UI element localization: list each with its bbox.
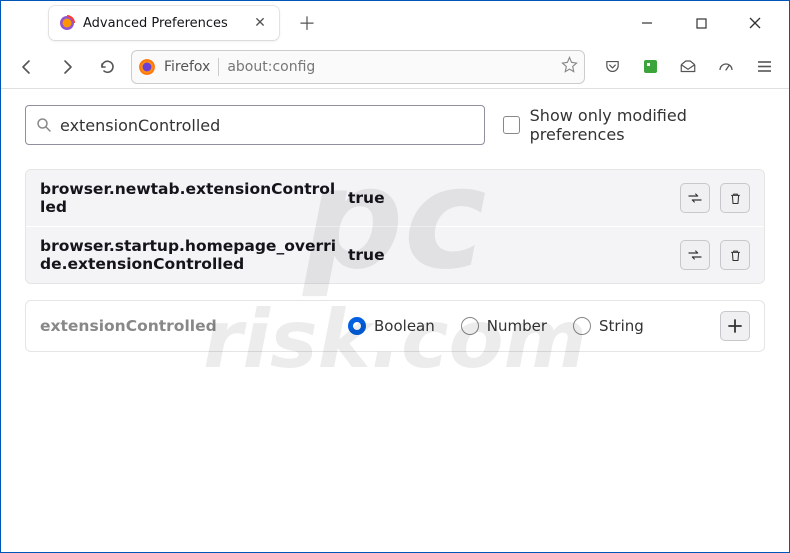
address-bar[interactable]: Firefox about:config [131,50,585,84]
add-pref-row-container: extensionControlled Boolean Number Strin… [25,300,765,352]
bookmark-star-icon[interactable] [561,56,578,77]
radio-number[interactable]: Number [461,317,547,335]
pref-row[interactable]: browser.newtab.extensionControlled true [26,170,764,226]
radio-label: String [599,317,644,335]
hamburger-menu-icon[interactable] [749,52,779,82]
back-button[interactable] [11,51,43,83]
minimize-button[interactable] [625,8,669,38]
new-tab-button[interactable]: ＋ [293,9,321,37]
tab-close-button[interactable]: ✕ [251,14,269,32]
pref-row[interactable]: browser.startup.homepage_override.extens… [26,226,764,283]
add-pref-row: extensionControlled Boolean Number Strin… [26,301,764,351]
toggle-button[interactable] [680,183,710,213]
pref-value: true [348,189,672,207]
delete-button[interactable] [720,183,750,213]
titlebar: Advanced Preferences ✕ ＋ [1,1,789,45]
search-input[interactable] [60,116,474,135]
close-window-button[interactable] [733,8,777,38]
tab-title: Advanced Preferences [83,16,243,31]
browser-window: Advanced Preferences ✕ ＋ Firefox about:c… [0,0,790,553]
only-modified-checkbox[interactable] [503,116,520,134]
prefs-table: browser.newtab.extensionControlled true … [25,169,765,284]
radio-icon [461,317,479,335]
pref-value: true [348,246,672,264]
radio-string[interactable]: String [573,317,644,335]
pocket-icon[interactable] [597,52,627,82]
search-box[interactable] [25,105,485,145]
pref-name: browser.newtab.extensionControlled [40,180,340,216]
window-controls [625,8,785,38]
radio-label: Number [487,317,547,335]
toggle-button[interactable] [680,240,710,270]
reload-button[interactable] [91,51,123,83]
add-button[interactable] [720,311,750,341]
delete-button[interactable] [720,240,750,270]
browser-tab-active[interactable]: Advanced Preferences ✕ [49,6,279,40]
maximize-button[interactable] [679,8,723,38]
page-content: Show only modified preferences browser.n… [1,89,789,552]
inbox-icon[interactable] [673,52,703,82]
addr-identity-label: Firefox [164,59,210,75]
radio-label: Boolean [374,317,435,335]
add-pref-name: extensionControlled [40,317,340,335]
radio-boolean[interactable]: Boolean [348,317,435,335]
radio-icon [348,317,366,335]
addr-separator [218,58,219,76]
search-icon [36,117,52,133]
extension-puzzle-icon[interactable] [635,52,665,82]
firefox-icon [138,58,156,76]
type-radio-group: Boolean Number String [348,317,712,335]
only-modified-text: Show only modified preferences [530,106,765,144]
url-text: about:config [227,59,553,75]
search-row: Show only modified preferences [25,105,765,145]
only-modified-checkbox-label[interactable]: Show only modified preferences [503,106,765,144]
forward-button[interactable] [51,51,83,83]
radio-icon [573,317,591,335]
firefox-icon [59,15,75,31]
speedometer-icon[interactable] [711,52,741,82]
pref-name: browser.startup.homepage_override.extens… [40,237,340,273]
nav-toolbar: Firefox about:config [1,45,789,89]
